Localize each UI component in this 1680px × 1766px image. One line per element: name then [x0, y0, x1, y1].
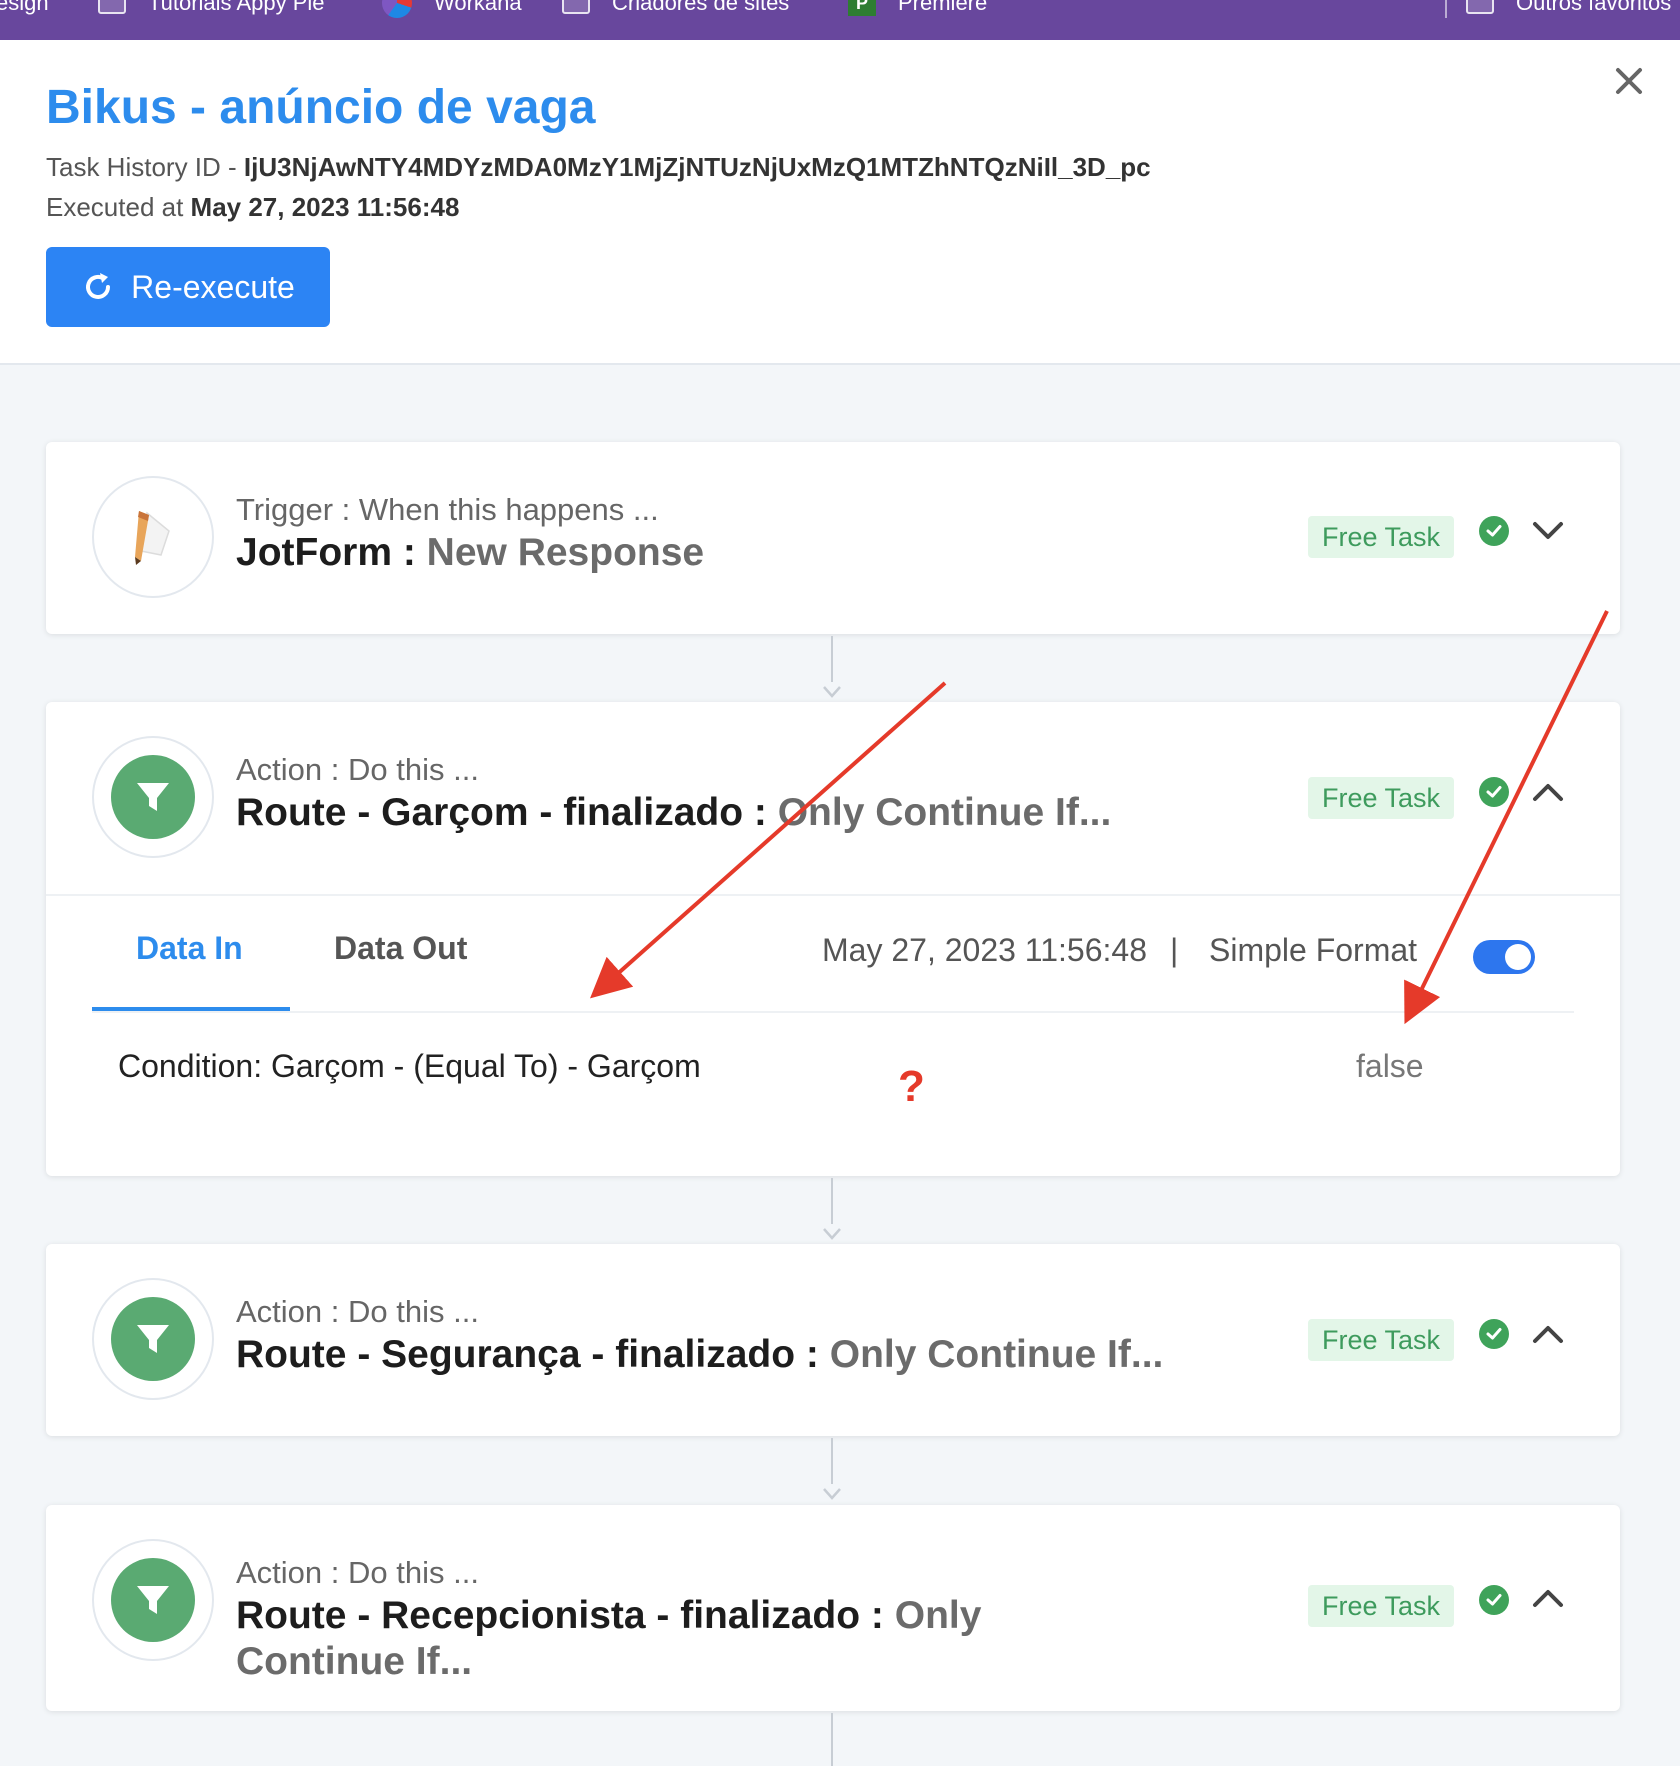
bookmark-premiere[interactable]: P Premiere — [848, 0, 987, 18]
filter-icon-wrapper — [92, 1539, 214, 1661]
condition-value: false — [1356, 1048, 1424, 1084]
tab-data-in[interactable]: Data In — [136, 930, 243, 967]
check-icon — [1479, 1319, 1509, 1349]
filter-icon — [111, 755, 195, 839]
task-history-label: Task History ID - — [46, 152, 244, 182]
bookmark-label: Workana — [434, 0, 522, 15]
refresh-icon — [86, 273, 111, 299]
step-title: Route - Recepcionista - finalizado : Onl… — [236, 1593, 1156, 1685]
annotation-question-mark: ? — [898, 1062, 925, 1111]
step-app: Route - Segurança - finalizado : — [236, 1333, 830, 1376]
execution-timestamp: May 27, 2023 11:56:48 — [822, 932, 1147, 968]
step-card-trigger: Trigger : When this happens ... JotForm … — [46, 442, 1620, 634]
free-task-badge: Free Task — [1308, 516, 1455, 558]
step-title: Route - Garçom - finalizado : Only Conti… — [236, 790, 1216, 836]
check-icon — [1479, 777, 1509, 807]
bookmark-criadores-de-sites[interactable]: Criadores de sites — [562, 0, 789, 18]
step-card-route-recepcionista: Action : Do this ... Route - Recepcionis… — [46, 1505, 1620, 1711]
executed-at: Executed at May 27, 2023 11:56:48 — [46, 192, 459, 223]
bookmark-outros-favoritos[interactable]: Outros favoritos — [1466, 0, 1671, 18]
re-execute-button[interactable]: Re-execute — [46, 247, 330, 327]
free-task-badge: Free Task — [1308, 1319, 1455, 1361]
chevron-up-icon[interactable] — [1528, 1319, 1568, 1349]
bookmark-esign[interactable]: esign — [0, 0, 49, 18]
step-connector — [831, 636, 833, 682]
step-kind: Action : Do this ... — [236, 1555, 479, 1590]
step-kind: Trigger : When this happens ... — [236, 492, 659, 527]
step-connector — [831, 1438, 833, 1484]
bookmark-workana[interactable]: Workana — [382, 0, 522, 18]
bookmark-label: Tutorials Appy Pie — [148, 0, 325, 15]
step-connector — [831, 1178, 833, 1224]
bookmark-label: Outros favoritos — [1516, 0, 1672, 15]
condition-label: Condition: Garçom - (Equal To) - Garçom — [118, 1048, 701, 1084]
connector-arrow-icon — [823, 1228, 841, 1240]
chevron-up-icon[interactable] — [1528, 1583, 1568, 1613]
card-divider — [46, 894, 1620, 896]
step-connector — [831, 1713, 833, 1766]
free-task-badge: Free Task — [1308, 777, 1455, 819]
folder-icon — [98, 0, 126, 14]
check-icon — [1479, 1585, 1509, 1615]
simple-format-label: Simple Format — [1209, 932, 1418, 968]
re-execute-label: Re-execute — [131, 268, 295, 305]
chevron-up-icon[interactable] — [1528, 777, 1568, 807]
active-tab-indicator — [92, 1007, 290, 1011]
connector-arrow-icon — [823, 1488, 841, 1500]
bookmark-label: Criadores de sites — [612, 0, 790, 15]
step-kind: Action : Do this ... — [236, 752, 479, 787]
tabs-baseline — [92, 1011, 1574, 1013]
free-task-badge: Free Task — [1308, 1585, 1455, 1627]
folder-icon — [562, 0, 590, 14]
bookmark-label: esign — [0, 0, 49, 15]
page-title: Bikus - anúncio de vaga — [46, 81, 596, 134]
executed-value: May 27, 2023 11:56:48 — [190, 192, 460, 222]
toggle-knob — [1505, 944, 1531, 970]
close-icon[interactable] — [1614, 60, 1644, 104]
bookmark-label: Premiere — [898, 0, 988, 15]
premiere-icon: P — [848, 0, 876, 16]
chevron-down-icon[interactable] — [1528, 516, 1568, 546]
bookmarks-bar: esign Tutorials Appy Pie Workana Criador… — [0, 0, 1680, 40]
bookmark-tutorials-appy-pie[interactable]: Tutorials Appy Pie — [98, 0, 325, 18]
filter-icon — [111, 1558, 195, 1642]
filter-icon-wrapper — [92, 1278, 214, 1400]
step-title: JotForm : New Response — [236, 530, 1216, 576]
task-history-id: Task History ID - IjU3NjAwNTY4MDYzMDA0Mz… — [46, 152, 1151, 183]
step-event: Only Continue If... — [777, 791, 1112, 834]
step-card-route-garcom: Action : Do this ... Route - Garçom - fi… — [46, 702, 1620, 1176]
step-app: Route - Recepcionista - finalizado : — [236, 1594, 895, 1637]
step-event: New Response — [426, 531, 705, 574]
task-history-header: Bikus - anúncio de vaga Task History ID … — [0, 40, 1680, 365]
step-app: Route - Garçom - finalizado : — [236, 791, 778, 834]
filter-icon-wrapper — [92, 736, 214, 858]
step-card-route-seguranca: Action : Do this ... Route - Segurança -… — [46, 1244, 1620, 1436]
filter-icon — [111, 1297, 195, 1381]
simple-format-toggle[interactable] — [1473, 940, 1535, 974]
task-history-value: IjU3NjAwNTY4MDYzMDA0MzY1MjZjNTUzNjUxMzQ1… — [243, 152, 1151, 182]
executed-label: Executed at — [46, 192, 191, 222]
step-event: Only Continue If... — [829, 1333, 1164, 1376]
connector-arrow-icon — [823, 686, 841, 698]
step-kind: Action : Do this ... — [236, 1294, 479, 1329]
jotform-pencil-icon — [92, 476, 214, 598]
timestamp-separator: | — [1170, 932, 1179, 968]
step-title: Route - Segurança - finalizado : Only Co… — [236, 1332, 1216, 1378]
tab-data-out[interactable]: Data Out — [334, 930, 467, 967]
workana-icon — [382, 0, 412, 18]
check-icon — [1479, 516, 1509, 546]
bookmarks-separator — [1445, 0, 1447, 18]
step-app: JotForm : — [236, 531, 427, 574]
folder-icon — [1466, 0, 1494, 14]
